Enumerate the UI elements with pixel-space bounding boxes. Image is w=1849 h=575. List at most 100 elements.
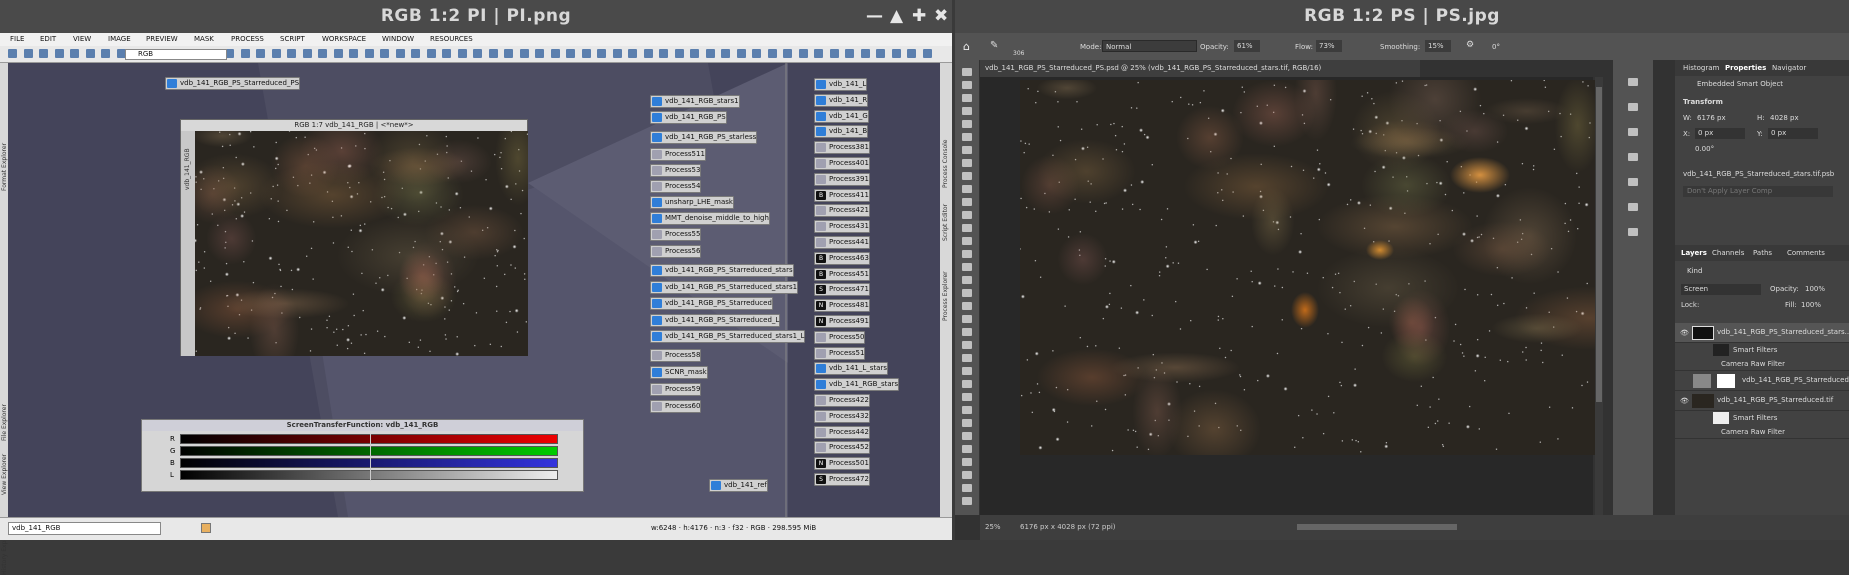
tool-button[interactable] xyxy=(962,211,972,219)
toolbar-button[interactable] xyxy=(767,49,777,58)
toolbar-button[interactable] xyxy=(380,49,389,58)
toolbar-button[interactable] xyxy=(349,49,358,58)
process-icon[interactable]: Process431 xyxy=(814,220,870,234)
process-icon[interactable]: N Process491 xyxy=(814,315,870,328)
gear-icon[interactable]: ⚙ xyxy=(1466,40,1474,50)
brush-size[interactable]: 306 xyxy=(1013,50,1024,57)
tool-button[interactable] xyxy=(962,471,972,479)
channel-select[interactable]: RGB xyxy=(125,49,227,60)
tool-button[interactable] xyxy=(962,159,972,167)
preview-icon[interactable] xyxy=(201,523,211,533)
toolbar-button[interactable] xyxy=(721,49,730,58)
toolbar-button[interactable] xyxy=(612,49,622,58)
process-icon[interactable]: Process50 xyxy=(814,330,866,344)
brush-icon[interactable]: ✎ xyxy=(990,40,998,51)
smart-filters-row-2[interactable]: Smart Filters xyxy=(1675,411,1849,425)
process-icon[interactable]: Process391 xyxy=(814,172,870,186)
process-icon[interactable]: Process53 xyxy=(650,164,702,177)
layer-starreduced-tif[interactable]: 👁 vdb_141_RGB_PS_Starreduced.tif xyxy=(1675,391,1849,411)
opacity-input[interactable]: 61% xyxy=(1234,40,1260,52)
process-icon[interactable]: vdb_141_RGB_PS_Starreduced_stars1 xyxy=(650,281,799,294)
process-icon[interactable]: Process59 xyxy=(650,383,702,396)
zoom-level[interactable]: 25% xyxy=(985,523,1001,531)
process-icon[interactable]: vdb_141_RGB_PS_Starreduced_stars xyxy=(650,264,794,277)
toolbar-button[interactable] xyxy=(101,49,110,58)
process-icon[interactable]: Process452 xyxy=(814,441,870,455)
tool-button[interactable] xyxy=(962,172,972,180)
menu-window[interactable]: WINDOW xyxy=(382,35,414,43)
tab-view-explorer[interactable]: View Explorer xyxy=(1,454,8,495)
tab-layers[interactable]: Layers xyxy=(1681,249,1707,257)
document-tab[interactable]: vdb_141_RGB_PS_Starreduced_PS.psd @ 25% … xyxy=(980,60,1420,77)
tool-button[interactable] xyxy=(962,107,972,115)
tool-button[interactable] xyxy=(962,198,972,206)
panel-icon[interactable] xyxy=(1628,153,1638,161)
toolbar-button[interactable] xyxy=(442,49,451,58)
menu-preview[interactable]: PREVIEW xyxy=(146,35,178,43)
tool-button[interactable] xyxy=(962,406,972,414)
menu-file[interactable]: FILE xyxy=(10,35,24,43)
tab-process-console[interactable]: Process Console xyxy=(942,140,949,189)
tool-button[interactable] xyxy=(962,445,972,453)
process-icon[interactable]: vdb_141_RGB_PS_Starreduced xyxy=(650,297,773,310)
toolbar-button[interactable] xyxy=(318,49,327,58)
toolbar-button[interactable] xyxy=(504,49,513,58)
toolbar-button[interactable] xyxy=(287,49,296,58)
toolbar-button[interactable] xyxy=(628,49,637,58)
process-icon[interactable]: vdb_141_G xyxy=(814,109,869,123)
tool-button[interactable] xyxy=(962,289,972,297)
camera-raw-row-2[interactable]: Camera Raw Filter xyxy=(1675,425,1849,439)
panel-icon[interactable] xyxy=(1628,178,1638,186)
toolbar-button[interactable] xyxy=(488,49,498,58)
stf-bar-b[interactable] xyxy=(180,458,558,468)
tab-format-explorer[interactable]: Format Explorer xyxy=(1,143,8,191)
toolbar-button[interactable] xyxy=(798,49,808,58)
tool-button[interactable] xyxy=(962,263,972,271)
toolbar-button[interactable] xyxy=(845,49,854,58)
toolbar-button[interactable] xyxy=(566,49,575,58)
toolbar-button[interactable] xyxy=(39,49,48,58)
process-icon[interactable]: B Process451 xyxy=(814,267,870,281)
toolbar-button[interactable] xyxy=(256,49,265,58)
layer-starreduced[interactable]: vdb_141_RGB_PS_Starreduced xyxy=(1675,371,1849,391)
menu-resources[interactable]: RESOURCES xyxy=(430,35,473,43)
layer-comp-select[interactable]: Don't Apply Layer Comp xyxy=(1683,186,1833,197)
tool-button[interactable] xyxy=(962,185,972,193)
tab-channels[interactable]: Channels xyxy=(1712,249,1744,257)
tool-button[interactable] xyxy=(962,133,972,141)
process-icon[interactable]: SCNR_mask xyxy=(650,366,708,379)
restore-icon[interactable]: ▲ xyxy=(890,6,903,26)
tool-button[interactable] xyxy=(962,237,972,245)
panel-icon[interactable] xyxy=(1628,128,1638,136)
stf-bar-l[interactable] xyxy=(180,470,558,480)
process-icon[interactable]: Process381 xyxy=(814,141,870,155)
tool-button[interactable] xyxy=(962,367,972,375)
toolbar-button[interactable] xyxy=(922,49,932,58)
process-icon[interactable]: Process422 xyxy=(814,394,870,407)
process-icon[interactable]: vdb_141_RGB_PS xyxy=(650,111,727,124)
menu-workspace[interactable]: WORKSPACE xyxy=(322,35,366,43)
tool-button[interactable] xyxy=(962,146,972,154)
toolbar-button[interactable] xyxy=(891,49,901,58)
maximize-icon[interactable]: ✚ xyxy=(912,6,926,26)
process-icon[interactable]: Process442 xyxy=(814,425,870,439)
process-icon[interactable]: Process421 xyxy=(814,204,870,218)
x-value[interactable]: 0 px xyxy=(1695,128,1745,139)
toolbar-button[interactable] xyxy=(54,49,64,58)
process-icon[interactable]: S Process471 xyxy=(814,283,870,297)
angle-value[interactable]: 0.00° xyxy=(1695,145,1714,153)
toolbar-button[interactable] xyxy=(457,49,467,58)
tool-button[interactable] xyxy=(962,380,972,388)
tool-button[interactable] xyxy=(962,250,972,258)
tab-paths[interactable]: Paths xyxy=(1753,249,1772,257)
toolbar-button[interactable] xyxy=(535,49,544,58)
toolbar-button[interactable] xyxy=(814,49,823,58)
process-icon[interactable]: vdb_141_RGB_PS_Starreduced_stars1_L xyxy=(650,330,806,343)
toolbar-button[interactable] xyxy=(705,49,715,58)
close-icon[interactable]: ✖ xyxy=(934,6,948,26)
process-icon[interactable]: vdb_141_RGB_stars xyxy=(814,378,900,392)
process-icon[interactable]: vdb_141_RGB_PS_starless xyxy=(650,131,758,144)
layer-stars[interactable]: 👁 vdb_141_RGB_PS_Starreduced_stars... xyxy=(1675,323,1849,343)
width-value[interactable]: 6176 px xyxy=(1697,114,1726,122)
ps-canvas-image[interactable] xyxy=(1020,80,1595,455)
